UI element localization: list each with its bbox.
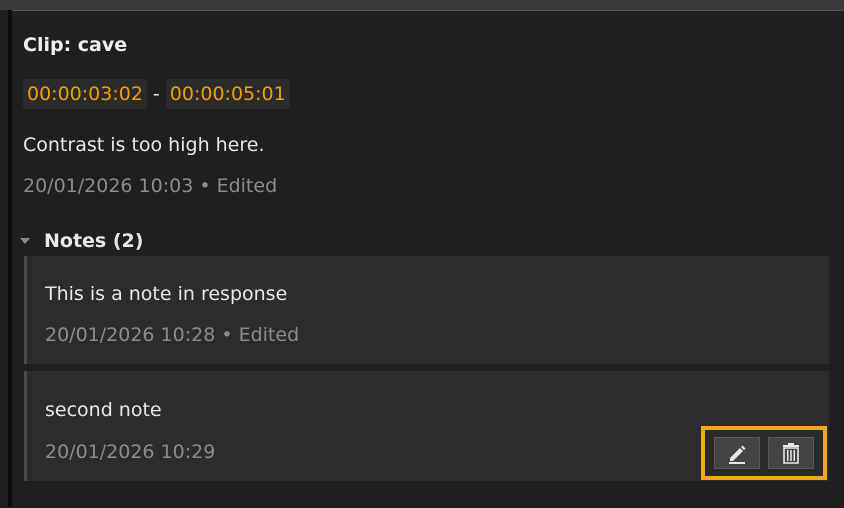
clip-title: Clip: cave (23, 34, 128, 56)
note-actions-highlight (701, 426, 827, 480)
timecode-separator: - (152, 83, 160, 105)
edit-note-button[interactable] (714, 437, 760, 469)
timecode-out[interactable]: 00:00:05:01 (165, 79, 290, 109)
pencil-icon (729, 445, 746, 464)
trash-icon (783, 443, 799, 464)
clip-comment-text: Contrast is too high here. (23, 134, 265, 156)
clip-comment-meta: 20/01/2026 10:03 • Edited (23, 175, 278, 197)
delete-note-button[interactable] (768, 437, 814, 469)
note-item[interactable]: This is a note in response 20/01/2026 10… (24, 256, 829, 364)
timecode-in[interactable]: 00:00:03:02 (23, 79, 147, 109)
note-text: This is a note in response (45, 283, 288, 305)
note-meta: 20/01/2026 10:28 • Edited (45, 324, 300, 346)
timecode-range: 00:00:03:02 - 00:00:05:01 (23, 78, 290, 110)
note-text: second note (45, 399, 162, 421)
top-strip (0, 0, 844, 10)
notes-header-label: Notes (2) (44, 230, 144, 252)
caret-down-icon[interactable] (20, 238, 30, 244)
notes-toggle[interactable]: Notes (2) (20, 230, 143, 252)
note-meta: 20/01/2026 10:29 (45, 441, 216, 463)
